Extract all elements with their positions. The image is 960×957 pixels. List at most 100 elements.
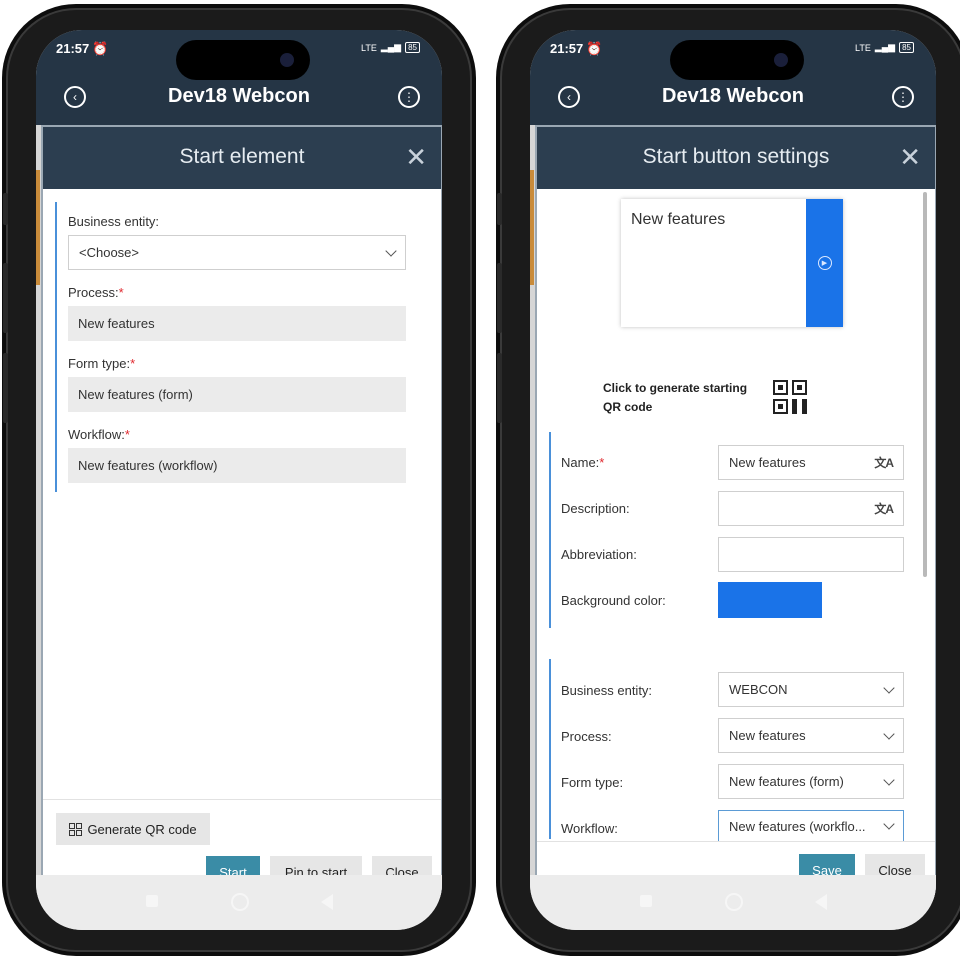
dialog-title: Start element (179, 145, 305, 168)
section-accent-border (549, 432, 551, 628)
home-icon[interactable] (231, 893, 249, 911)
description-label: Description: (561, 501, 630, 516)
workflow-label: Workflow: (561, 821, 618, 836)
back-nav-icon[interactable] (815, 894, 827, 910)
alarm-icon: ⏰ (92, 41, 109, 56)
alarm-icon: ⏰ (586, 41, 603, 56)
abbreviation-label: Abbreviation: (561, 547, 637, 562)
app-title: Dev18 Webcon (168, 85, 310, 107)
qr-hint-line1: Click to generate starting (603, 381, 748, 395)
more-options-icon[interactable]: ⋮ (398, 86, 420, 108)
signal-icon: ▂▄▆ (874, 42, 896, 52)
chevron-down-icon (883, 727, 895, 740)
more-options-icon[interactable]: ⋮ (892, 86, 914, 108)
process-field: New features (68, 306, 406, 341)
process-label: Process: (561, 729, 612, 744)
preview-label: New features (631, 211, 726, 228)
android-nav-bar (530, 875, 936, 930)
app-bar: 21:57 ⏰ LTE ▂▄▆ 85 ‹ Dev18 Webcon ⋮ (36, 30, 442, 125)
phone-side-button (497, 263, 502, 333)
phone-side-button (497, 193, 502, 225)
translate-icon[interactable]: 文A (874, 454, 894, 471)
battery-level: 85 (899, 42, 914, 53)
business-entity-value: <Choose> (79, 245, 139, 260)
start-element-dialog: Start element ✕ Business entity: <Choose… (41, 125, 442, 898)
form-type-label: Form type:* (68, 356, 136, 371)
business-entity-value: WEBCON (729, 682, 788, 697)
phone-screen: 21:57 ⏰ LTE ▂▄▆ 85 ‹ Dev18 Webcon ⋮ Start… (530, 30, 936, 930)
dynamic-island (670, 40, 804, 80)
form-type-select[interactable]: New features (form) (718, 764, 904, 799)
status-indicators: LTE ▂▄▆ 85 (855, 42, 914, 53)
play-icon: ▶ (817, 256, 832, 270)
chevron-down-icon (883, 773, 895, 786)
scrollbar[interactable] (923, 192, 927, 577)
close-icon[interactable]: ✕ (405, 144, 427, 170)
footer-divider (43, 799, 441, 800)
network-type: LTE (361, 42, 377, 53)
camera-icon (280, 53, 294, 67)
chevron-down-icon (385, 244, 397, 257)
phone-side-button (3, 263, 8, 333)
app-title: Dev18 Webcon (662, 85, 804, 107)
phone-right: 21:57 ⏰ LTE ▂▄▆ 85 ‹ Dev18 Webcon ⋮ Start… (497, 8, 960, 952)
qr-hint-line2: QR code (603, 400, 653, 414)
phone-side-button (3, 193, 8, 225)
status-time: 21:57 ⏰ (56, 41, 109, 56)
form-type-label: Form type: (561, 775, 624, 790)
start-button-settings-dialog: Start button settings ✕ New features ▶ C… (535, 125, 936, 901)
status-time: 21:57 ⏰ (550, 41, 603, 56)
qr-code-icon[interactable] (773, 380, 807, 414)
close-icon[interactable]: ✕ (899, 144, 921, 170)
generate-qr-hint[interactable]: Click to generate starting QR code (603, 379, 747, 417)
business-entity-label: Business entity: (561, 683, 653, 698)
background-accent (36, 170, 40, 285)
name-input[interactable]: New features 文A (718, 445, 904, 480)
translate-icon[interactable]: 文A (874, 500, 894, 517)
chevron-down-icon (883, 818, 895, 830)
dialog-title: Start button settings (642, 145, 830, 168)
business-entity-select[interactable]: <Choose> (68, 235, 406, 270)
generate-qr-code-button[interactable]: Generate QR code (56, 813, 210, 845)
qr-code-icon (69, 822, 83, 836)
status-indicators: LTE ▂▄▆ 85 (361, 42, 420, 53)
process-select[interactable]: New features (718, 718, 904, 753)
android-nav-bar (36, 875, 442, 930)
name-label: Name:* (561, 455, 605, 470)
section-accent-border (549, 659, 551, 839)
camera-icon (774, 53, 788, 67)
business-entity-select[interactable]: WEBCON (718, 672, 904, 707)
form-type-value: New features (form) (729, 774, 844, 789)
background-color-label: Background color: (561, 593, 666, 608)
dialog-header: Start button settings ✕ (537, 127, 935, 189)
phone-screen: 21:57 ⏰ LTE ▂▄▆ 85 ‹ Dev18 Webcon ⋮ Start… (36, 30, 442, 930)
phone-left: 21:57 ⏰ LTE ▂▄▆ 85 ‹ Dev18 Webcon ⋮ Start… (3, 8, 472, 952)
dialog-header: Start element ✕ (43, 127, 441, 189)
abbreviation-input[interactable] (718, 537, 904, 572)
description-input[interactable]: 文A (718, 491, 904, 526)
background-accent (530, 170, 534, 285)
workflow-value: New features (workflo... (729, 818, 866, 834)
name-value: New features (729, 455, 806, 470)
process-value: New features (729, 728, 806, 743)
back-nav-icon[interactable] (321, 894, 333, 910)
workflow-select[interactable]: New features (workflo... (718, 810, 904, 842)
preview-color-strip: ▶ (806, 199, 843, 327)
home-icon[interactable] (725, 893, 743, 911)
process-label: Process:* (68, 285, 124, 300)
battery-level: 85 (405, 42, 420, 53)
app-bar: 21:57 ⏰ LTE ▂▄▆ 85 ‹ Dev18 Webcon ⋮ (530, 30, 936, 125)
workflow-field: New features (workflow) (68, 448, 406, 483)
background-color-swatch[interactable] (718, 582, 822, 618)
section-accent-border (55, 202, 57, 492)
phone-side-button (3, 353, 8, 423)
network-type: LTE (855, 42, 871, 53)
phone-side-button (497, 353, 502, 423)
signal-icon: ▂▄▆ (380, 42, 402, 52)
recents-icon[interactable] (640, 895, 652, 907)
form-type-field: New features (form) (68, 377, 406, 412)
start-button-preview[interactable]: New features ▶ (621, 199, 843, 327)
dynamic-island (176, 40, 310, 80)
business-entity-label: Business entity: (68, 214, 160, 229)
recents-icon[interactable] (146, 895, 158, 907)
